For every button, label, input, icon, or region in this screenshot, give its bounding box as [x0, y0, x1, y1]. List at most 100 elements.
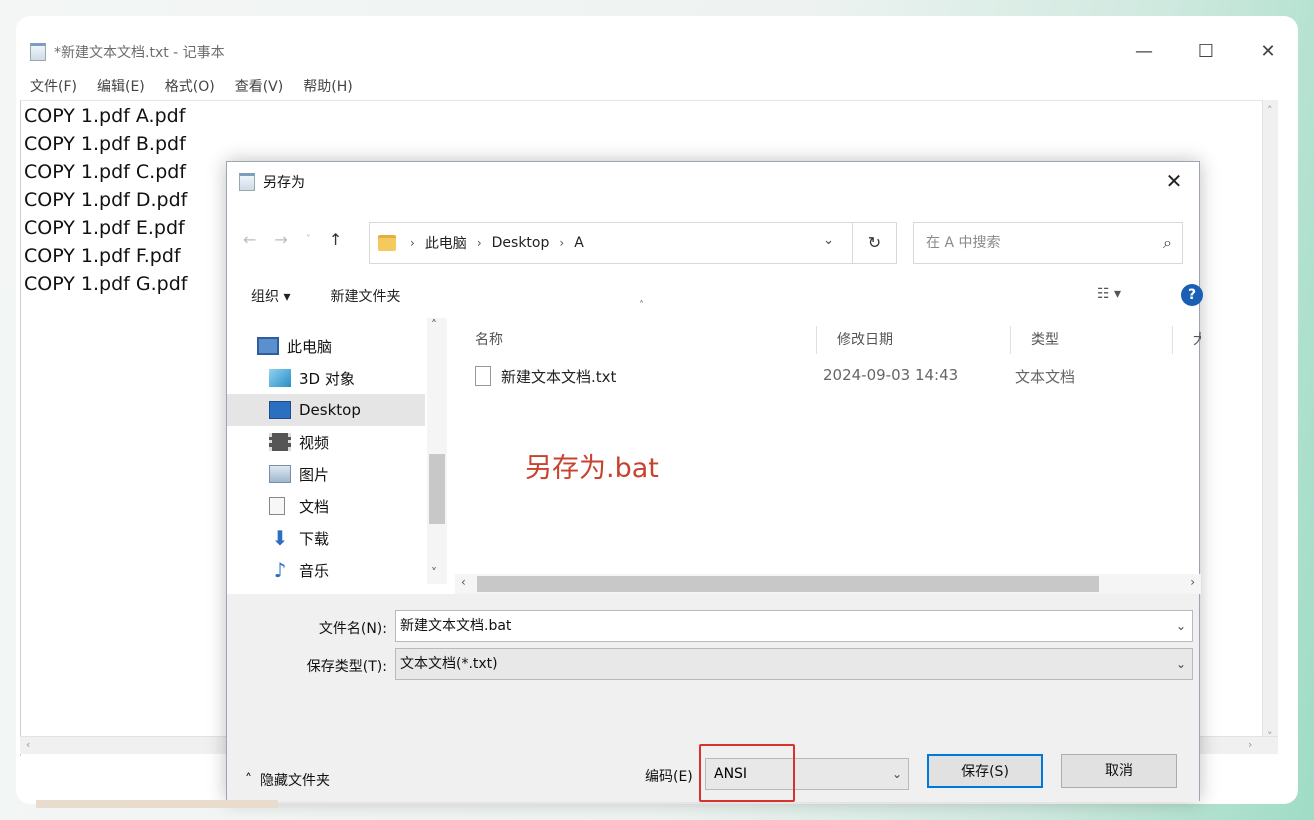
file-row[interactable]: 新建文本文档.txt 2024-09-03 14:43 文本文档 — [475, 360, 1195, 392]
chevron-down-icon[interactable]: ⌄ — [823, 233, 834, 248]
menu-format[interactable]: 格式(O) — [165, 76, 215, 96]
column-header-date[interactable]: 修改日期 — [817, 326, 1011, 354]
scroll-left-icon[interactable]: ‹ — [26, 738, 30, 751]
video-icon — [269, 433, 291, 451]
nav-item-label: 文档 — [299, 497, 330, 516]
search-icon[interactable]: ⌕ — [1163, 223, 1172, 263]
save-as-dialog: 另存为 ✕ ← → ˅ ↑ › 此电脑 › Desktop › A ⌄ ↻ 在 … — [226, 161, 1203, 802]
text-line: COPY 1.pdf E.pdf — [24, 217, 185, 239]
chevron-up-icon: ˄ — [245, 772, 252, 788]
nav-item-label: Desktop — [299, 401, 361, 419]
text-line: COPY 1.pdf B.pdf — [24, 133, 186, 155]
back-arrow-icon[interactable]: ← — [243, 230, 256, 249]
column-header-name[interactable]: 名称 — [455, 326, 817, 354]
column-header-size[interactable]: 大小 — [1173, 326, 1201, 354]
encoding-highlight-box — [699, 744, 795, 802]
nav-item-label: 3D 对象 — [299, 369, 355, 388]
menu-file[interactable]: 文件(F) — [30, 76, 77, 96]
notepad-text: COPY 1.pdf A.pdf COPY 1.pdf B.pdf COPY 1… — [24, 102, 187, 298]
dialog-toolbar: 组织 ▾ 新建文件夹 ☷ ▾ ? — [251, 278, 1203, 314]
nav-item-label: 此电脑 — [287, 337, 333, 356]
scrollbar-thumb[interactable] — [429, 454, 445, 524]
new-folder-button[interactable]: 新建文件夹 — [330, 286, 400, 306]
search-placeholder: 在 A 中搜索 — [926, 235, 1001, 251]
nav-item-label: 下载 — [299, 529, 330, 548]
save-button[interactable]: 保存(S) — [927, 754, 1043, 788]
search-input[interactable]: 在 A 中搜索 ⌕ — [913, 222, 1183, 264]
sort-ascending-icon: ˄ — [639, 300, 644, 311]
notepad-titlebar: *新建文本文档.txt - 记事本 — [30, 36, 1270, 68]
column-header-type[interactable]: 类型 — [1011, 326, 1173, 354]
nav-item-3d-objects[interactable]: 3D 对象 — [227, 362, 425, 394]
menu-edit[interactable]: 编辑(E) — [97, 76, 145, 96]
hide-folders-toggle[interactable]: ˄ 隐藏文件夹 — [245, 770, 330, 790]
nav-item-downloads[interactable]: ⬇ 下载 — [227, 522, 425, 554]
scroll-up-icon[interactable]: ˄ — [1267, 104, 1273, 117]
breadcrumb-this-pc[interactable]: 此电脑 — [425, 233, 467, 253]
filename-value: 新建文本文档.bat — [400, 618, 512, 634]
scrollbar-thumb[interactable] — [477, 576, 1099, 592]
text-line: COPY 1.pdf F.pdf — [24, 245, 181, 267]
cancel-button[interactable]: 取消 — [1061, 754, 1177, 788]
scroll-right-icon[interactable]: › — [1190, 575, 1195, 589]
document-icon — [269, 497, 285, 515]
close-button[interactable]: ✕ — [1252, 36, 1284, 68]
scroll-up-icon[interactable]: ˄ — [431, 318, 437, 332]
menu-view[interactable]: 查看(V) — [235, 76, 284, 96]
address-bar[interactable]: › 此电脑 › Desktop › A ⌄ ↻ — [369, 222, 897, 264]
refresh-icon[interactable]: ↻ — [852, 223, 896, 263]
chevron-down-icon[interactable]: ⌄ — [1176, 611, 1186, 641]
scroll-right-icon[interactable]: › — [1248, 738, 1252, 751]
folder-icon — [378, 235, 396, 251]
scroll-down-icon[interactable]: ˅ — [431, 566, 437, 580]
breadcrumb-desktop[interactable]: Desktop — [492, 235, 550, 251]
organize-button[interactable]: 组织 ▾ — [251, 286, 290, 306]
file-date: 2024-09-03 14:43 — [823, 366, 959, 384]
notepad-vertical-scrollbar[interactable]: ˄ ˅ — [1262, 100, 1278, 750]
forward-arrow-icon[interactable]: → — [274, 230, 287, 249]
notepad-title: *新建文本文档.txt - 记事本 — [54, 45, 225, 61]
breadcrumb-separator-icon: › — [410, 236, 415, 250]
navigation-pane-scrollbar[interactable]: ˄ ˅ — [427, 318, 447, 584]
download-icon: ⬇ — [271, 526, 289, 550]
breadcrumb-separator-icon: › — [559, 236, 565, 250]
view-options-icon[interactable]: ☷ ▾ — [1097, 286, 1121, 302]
minimize-button[interactable]: — — [1128, 36, 1160, 68]
nav-item-this-pc[interactable]: 此电脑 — [227, 330, 425, 362]
nav-item-label: 图片 — [299, 465, 330, 484]
text-line: COPY 1.pdf C.pdf — [24, 161, 187, 183]
nav-item-label: 视频 — [299, 433, 330, 452]
picture-icon — [269, 465, 291, 483]
dialog-bottom-panel: 文件名(N): 新建文本文档.bat ⌄ 保存类型(T): 文本文档(*.txt… — [227, 594, 1199, 802]
chevron-down-icon[interactable]: ⌄ — [892, 759, 902, 789]
music-icon: ♪ — [273, 558, 287, 582]
text-line: COPY 1.pdf A.pdf — [24, 105, 186, 127]
file-list-horizontal-scrollbar[interactable]: ‹ › — [455, 574, 1201, 594]
breadcrumb-a[interactable]: A — [574, 235, 584, 251]
filename-label: 文件名(N): — [318, 621, 387, 637]
filename-input[interactable]: 新建文本文档.bat ⌄ — [395, 610, 1193, 642]
nav-item-pictures[interactable]: 图片 — [227, 458, 425, 490]
text-file-icon — [475, 366, 491, 386]
chevron-down-icon[interactable]: ⌄ — [1176, 649, 1186, 679]
up-arrow-icon[interactable]: ↑ — [329, 230, 342, 249]
nav-item-documents[interactable]: 文档 — [227, 490, 425, 522]
filetype-label: 保存类型(T): — [306, 659, 387, 675]
desktop-icon — [269, 401, 291, 419]
menu-help[interactable]: 帮助(H) — [303, 76, 352, 96]
text-line: COPY 1.pdf D.pdf — [24, 189, 188, 211]
filetype-select[interactable]: 文本文档(*.txt) ⌄ — [395, 648, 1193, 680]
nav-item-music[interactable]: ♪ 音乐 — [227, 554, 425, 584]
cube-icon — [269, 369, 291, 387]
nav-item-videos[interactable]: 视频 — [227, 426, 425, 458]
computer-icon — [257, 337, 279, 355]
scroll-left-icon[interactable]: ‹ — [461, 575, 466, 589]
encoding-label: 编码(E) — [645, 769, 693, 785]
dialog-close-button[interactable]: ✕ — [1159, 166, 1189, 196]
nav-item-desktop[interactable]: Desktop — [227, 394, 425, 426]
navigation-pane: 此电脑 3D 对象 Desktop 视频 图片 文档 ⬇ 下载 ♪ 音乐 — [227, 318, 447, 584]
recent-chevron-icon[interactable]: ˅ — [306, 234, 311, 245]
maximize-button[interactable]: ☐ — [1190, 36, 1222, 68]
help-icon[interactable]: ? — [1181, 284, 1203, 306]
dialog-title: 另存为 — [263, 175, 305, 191]
